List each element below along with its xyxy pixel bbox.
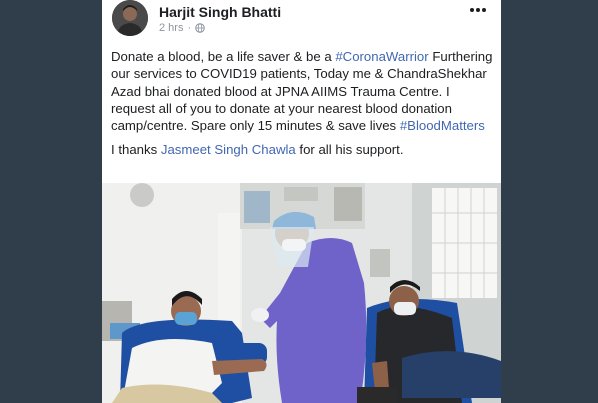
post-meta: 2 hrs ·: [159, 22, 205, 34]
post-text-intro: Donate a blood, be a life saver & be a: [111, 49, 336, 64]
post-timestamp[interactable]: 2 hrs: [159, 22, 183, 34]
post-photo[interactable]: [102, 183, 501, 403]
thanks-suffix: for all his support.: [295, 142, 404, 158]
post-body: Donate a blood, be a life saver & be a #…: [111, 48, 495, 159]
author-avatar[interactable]: [112, 0, 148, 36]
hashtag-corona-warrior[interactable]: #CoronaWarrior: [335, 49, 428, 64]
author-name[interactable]: Harjit Singh Bhatti: [159, 4, 281, 20]
hashtag-blood-matters[interactable]: #BloodMatters: [400, 118, 485, 133]
globe-icon[interactable]: [195, 23, 205, 33]
post-card: Harjit Singh Bhatti 2 hrs · Donate a blo…: [102, 0, 501, 403]
thanks-prefix: I thanks: [111, 142, 161, 158]
thanks-paragraph: I thanks Jasmeet Singh Chawla for all hi…: [111, 141, 495, 158]
more-options-icon[interactable]: [469, 6, 487, 14]
post-paragraph: Donate a blood, be a life saver & be a #…: [111, 48, 495, 134]
meta-separator: ·: [187, 22, 192, 34]
post-header: Harjit Singh Bhatti 2 hrs ·: [102, 0, 501, 42]
mention-link[interactable]: Jasmeet Singh Chawla: [161, 142, 296, 157]
